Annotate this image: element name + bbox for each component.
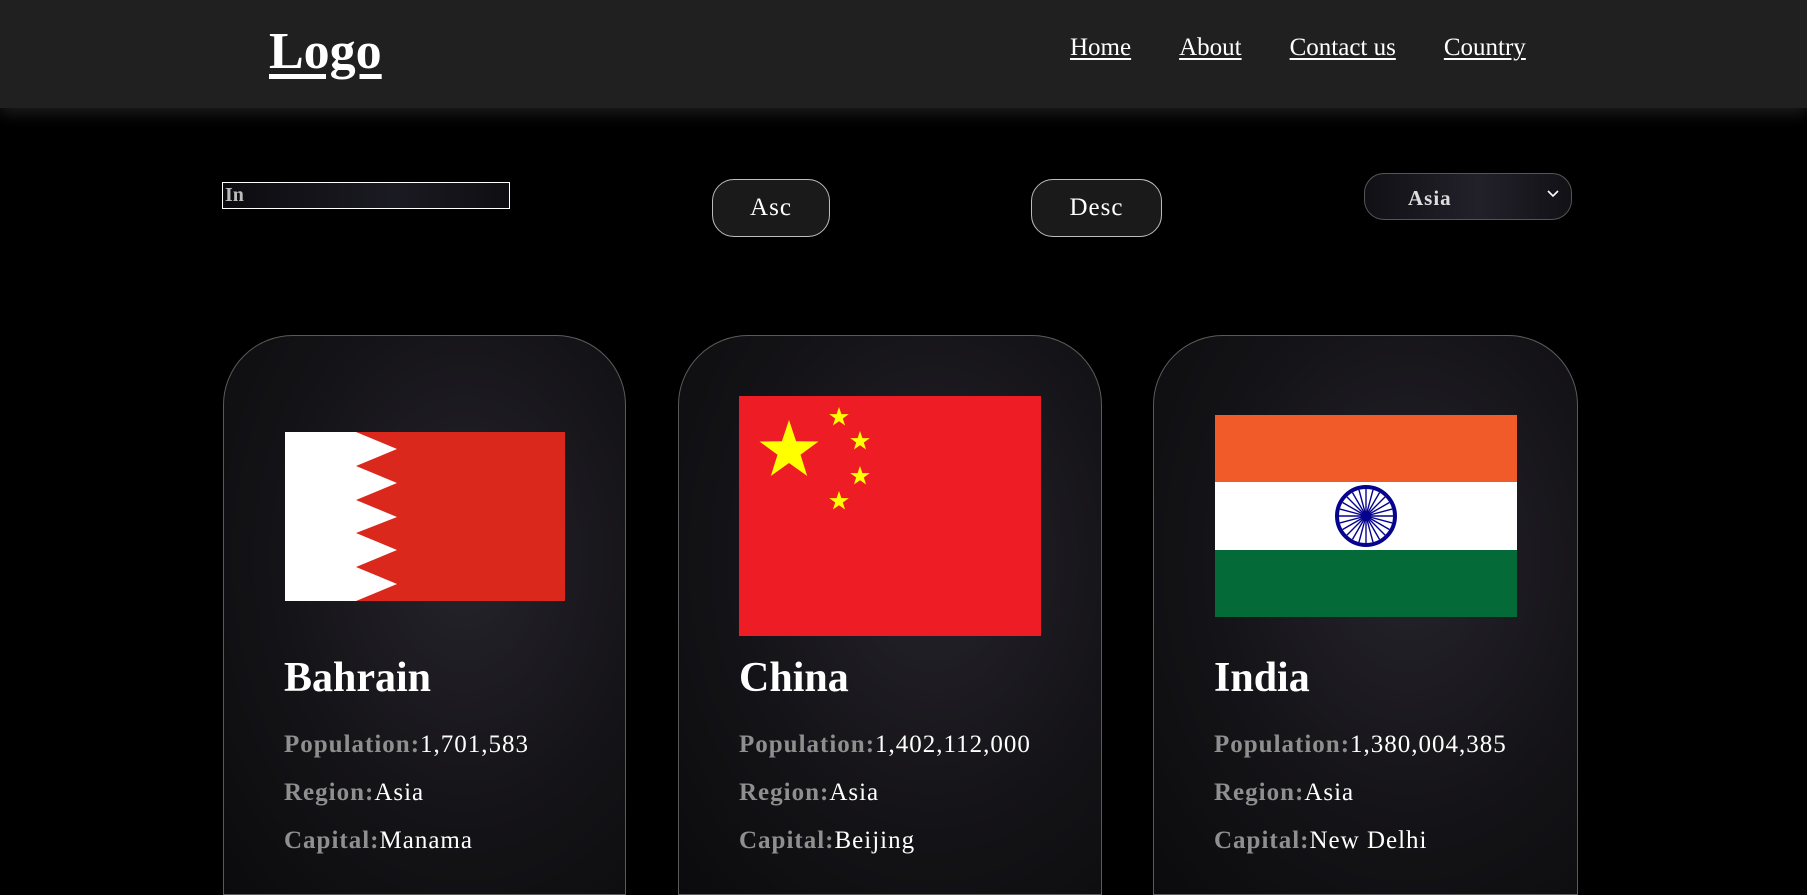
- country-name: China: [739, 655, 849, 701]
- nav-about-link[interactable]: About: [1179, 34, 1242, 62]
- population-row: Population:1,402,112,000: [739, 731, 1031, 759]
- country-card-china[interactable]: China Population:1,402,112,000 Region:As…: [678, 335, 1102, 895]
- region-row: Region:Asia: [1214, 779, 1354, 807]
- region-select-value: Asia: [1408, 186, 1452, 210]
- sort-desc-button[interactable]: Desc: [1031, 179, 1162, 237]
- nav-links: Home About Contact us Country: [1070, 34, 1526, 62]
- population-row: Population:1,380,004,385: [1214, 731, 1507, 759]
- china-flag-icon: [739, 396, 1041, 636]
- capital-row: Capital:Manama: [284, 827, 473, 855]
- capital-label: Capital:: [284, 827, 380, 854]
- capital-value: Manama: [379, 827, 473, 854]
- search-input[interactable]: [222, 182, 510, 209]
- region-label: Region:: [284, 779, 375, 806]
- region-value: Asia: [1304, 779, 1355, 806]
- country-name: India: [1214, 655, 1310, 701]
- region-value: Asia: [829, 779, 880, 806]
- population-row: Population:1,701,583: [284, 731, 529, 759]
- region-row: Region:Asia: [284, 779, 424, 807]
- region-select[interactable]: Asia: [1364, 173, 1572, 220]
- population-value: 1,402,112,000: [875, 731, 1031, 758]
- nav-country-link[interactable]: Country: [1444, 34, 1526, 62]
- capital-row: Capital:Beijing: [739, 827, 915, 855]
- population-label: Population:: [284, 731, 421, 758]
- capital-value: Beijing: [834, 827, 916, 854]
- country-card-bahrain[interactable]: Bahrain Population:1,701,583 Region:Asia…: [223, 335, 626, 895]
- population-value: 1,380,004,385: [1350, 731, 1507, 758]
- region-label: Region:: [1214, 779, 1305, 806]
- capital-label: Capital:: [1214, 827, 1310, 854]
- region-row: Region:Asia: [739, 779, 879, 807]
- country-card-india[interactable]: India Population:1,380,004,385 Region:As…: [1153, 335, 1578, 895]
- bahrain-flag-icon: [285, 432, 565, 601]
- region-label: Region:: [739, 779, 830, 806]
- population-value: 1,701,583: [420, 731, 530, 758]
- capital-row: Capital:New Delhi: [1214, 827, 1428, 855]
- region-value: Asia: [374, 779, 425, 806]
- nav-contact-link[interactable]: Contact us: [1290, 34, 1396, 62]
- india-flag-icon: [1215, 415, 1517, 617]
- population-label: Population:: [1214, 731, 1351, 758]
- logo[interactable]: Logo: [269, 22, 382, 81]
- sort-asc-button[interactable]: Asc: [712, 179, 830, 237]
- capital-value: New Delhi: [1309, 827, 1428, 854]
- population-label: Population:: [739, 731, 876, 758]
- chevron-down-icon: [1547, 190, 1559, 198]
- capital-label: Capital:: [739, 827, 835, 854]
- navbar: Logo Home About Contact us Country: [0, 0, 1807, 108]
- nav-home-link[interactable]: Home: [1070, 34, 1131, 62]
- country-name: Bahrain: [284, 655, 432, 701]
